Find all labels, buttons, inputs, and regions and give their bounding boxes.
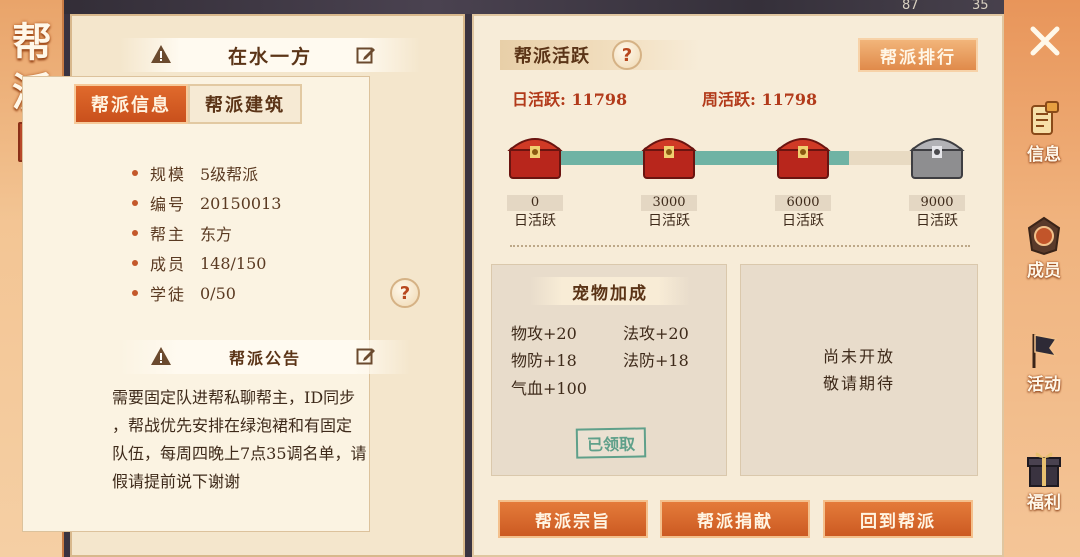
scroll-icon: [1031, 101, 1059, 135]
red-chest-icon[interactable]: [774, 130, 832, 180]
notice-line: ，帮战优先安排在绿泡裙和有固定: [112, 416, 353, 435]
stat-hp: 气血+100: [511, 379, 587, 398]
info-value: 东方: [200, 225, 233, 244]
guild-donate-button[interactable]: 帮派捐献: [660, 500, 810, 538]
chest-label: 日活跃: [648, 213, 690, 229]
sidebar-item-members[interactable]: 成员: [1014, 216, 1074, 302]
guild-name: 在水一方: [227, 45, 312, 68]
sidebar-item-welfare[interactable]: 福利: [1014, 448, 1074, 534]
sidebar-label: 信息: [1027, 145, 1061, 165]
section-divider: [510, 245, 970, 247]
bullet-dot: [132, 230, 138, 236]
sidebar-label: 成员: [1027, 261, 1061, 281]
tab-guild-info[interactable]: 帮派信息: [74, 84, 188, 124]
edit-guild-name-icon[interactable]: [356, 45, 376, 65]
pet-bonus-title: 宠物加成: [530, 277, 690, 305]
apprentice-help-button[interactable]: ?: [390, 278, 420, 308]
coming-soon-line: 尚未开放: [822, 347, 895, 366]
info-value: 20150013: [200, 193, 282, 213]
bullet-dot: [132, 260, 138, 266]
guild-emblem-icon: [1027, 216, 1061, 256]
notice-line: 假请提前说下谢谢: [112, 472, 241, 491]
gift-icon: [1027, 452, 1061, 487]
stat-magic-defense: 法防+18: [623, 351, 689, 370]
info-row-leader: 帮主 东方: [132, 218, 281, 248]
chest-label: 日活跃: [916, 213, 958, 229]
info-value: 5级帮派: [200, 165, 259, 184]
bullet-dot: [132, 200, 138, 206]
notice-line: 队伍，每周四晚上7点35调名单，请: [112, 444, 367, 463]
red-chest-icon[interactable]: [506, 130, 564, 180]
chest-label: 日活跃: [782, 213, 824, 229]
guild-info-list: 规模 5级帮派 编号 20150013 帮主 东方 成员 148/150 学徒 …: [132, 158, 281, 308]
chest-threshold: 0: [507, 195, 563, 211]
top-game-strip: 87 35: [0, 0, 1080, 14]
daily-activity: 日活跃: 11798: [512, 90, 628, 109]
info-key: 规模: [150, 165, 187, 184]
info-row-id: 编号 20150013: [132, 188, 281, 218]
info-key: 学徒: [150, 285, 187, 304]
activity-section-title: 帮派活跃: [500, 40, 700, 70]
silver-chest-icon[interactable]: [908, 130, 966, 180]
red-chest-icon[interactable]: [640, 130, 698, 180]
activity-help-button[interactable]: ?: [612, 40, 642, 70]
coming-soon-line: 敬请期待: [822, 374, 895, 393]
return-to-guild-button[interactable]: 回到帮派: [823, 500, 973, 538]
sidebar-item-info[interactable]: 信息: [1014, 100, 1074, 186]
flag-icon: [1032, 334, 1058, 368]
chest-threshold: 3000: [641, 195, 697, 211]
stat-physical-attack: 物攻+20: [511, 324, 577, 343]
top-number-left: 87: [902, 0, 919, 13]
chest-label: 日活跃: [514, 213, 556, 229]
info-row-scale: 规模 5级帮派: [132, 158, 281, 188]
stat-magic-attack: 法攻+20: [623, 324, 689, 343]
sidebar-item-activity[interactable]: 活动: [1014, 330, 1074, 416]
info-row-apprentices: 学徒 0/50: [132, 278, 281, 308]
warning-icon: [151, 347, 171, 365]
info-key: 帮主: [150, 225, 187, 244]
notice-text: 需要固定队进帮私聊帮主，ID同步 ，帮战优先安排在绿泡裙和有固定 队伍，每周四晚…: [112, 384, 430, 496]
claimed-stamp: 已领取: [575, 427, 647, 459]
guild-ranking-button[interactable]: 帮派排行: [858, 38, 978, 72]
bullet-dot: [132, 290, 138, 296]
info-row-members: 成员 148/150: [132, 248, 281, 278]
info-key: 编号: [150, 195, 187, 214]
top-number-right: 35: [972, 0, 989, 13]
close-icon[interactable]: [1028, 24, 1062, 58]
guild-tabs: 帮派信息 帮派建筑: [74, 84, 302, 124]
activity-progress-bar: [545, 151, 935, 165]
notice-title: 帮派公告: [228, 349, 301, 368]
tab-guild-buildings[interactable]: 帮派建筑: [188, 84, 302, 124]
activity-title: 帮派活跃: [514, 46, 590, 67]
guild-purpose-button[interactable]: 帮派宗旨: [498, 500, 648, 538]
info-value: 0/50: [200, 283, 236, 303]
chest-threshold: 6000: [775, 195, 831, 211]
info-key: 成员: [150, 255, 187, 274]
notice-line: 需要固定队进帮私聊帮主，ID同步: [112, 388, 356, 407]
warning-icon: [151, 45, 171, 63]
edit-notice-icon[interactable]: [356, 346, 376, 366]
sidebar-label: 活动: [1027, 375, 1061, 395]
info-value: 148/150: [200, 253, 267, 273]
weekly-activity: 周活跃: 11798: [702, 90, 818, 109]
bullet-dot: [132, 170, 138, 176]
sidebar-label: 福利: [1027, 493, 1061, 513]
stat-physical-defense: 物防+18: [511, 351, 577, 370]
chest-threshold: 9000: [909, 195, 965, 211]
